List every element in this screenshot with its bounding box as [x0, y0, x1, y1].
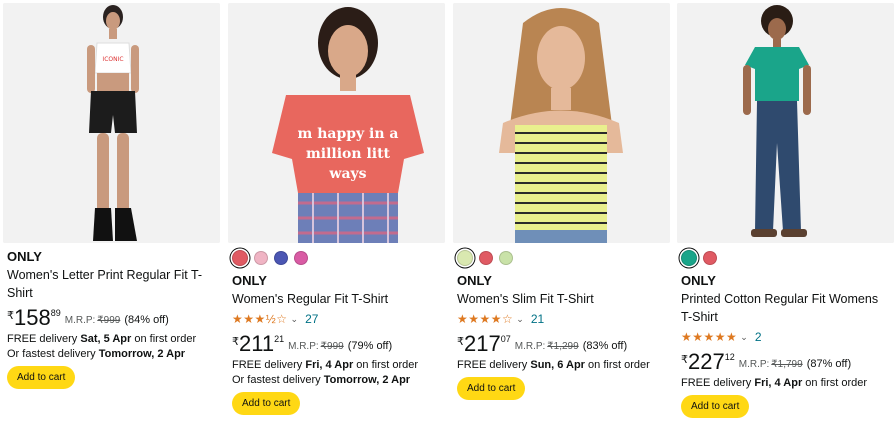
rating-row[interactable]: ★★★½☆ ⌄ 27 — [232, 310, 442, 328]
color-swatch[interactable] — [294, 251, 308, 265]
svg-text:ways: ways — [328, 166, 366, 182]
color-swatches — [232, 248, 442, 268]
product-card: ONLY Women's Slim Fit T-Shirt ★★★★☆ ⌄ 21… — [450, 0, 670, 430]
product-brand: ONLY — [457, 273, 492, 288]
mrp-value: ₹999 — [320, 341, 344, 352]
mrp-value: ₹1,299 — [547, 341, 579, 352]
add-to-cart-button[interactable]: Add to cart — [457, 377, 526, 400]
price-fraction: 12 — [724, 352, 735, 362]
delivery-line: FREE delivery Fri, 4 Apr on first order — [681, 377, 868, 389]
product-card: ICONIC ONLY Women's Letter Print Regular… — [0, 0, 220, 430]
svg-text:ICONIC: ICONIC — [102, 56, 123, 63]
price-whole: 227 — [688, 349, 725, 374]
chevron-down-icon[interactable]: ⌄ — [740, 332, 748, 343]
product-image[interactable] — [453, 3, 670, 243]
color-swatch[interactable] — [479, 251, 493, 265]
product-title[interactable]: Women's Slim Fit T-Shirt — [457, 290, 667, 308]
currency-symbol: ₹ — [457, 336, 464, 348]
product-grid: ICONIC ONLY Women's Letter Print Regular… — [0, 0, 894, 430]
color-swatch[interactable] — [274, 251, 288, 265]
color-swatch[interactable] — [703, 251, 717, 265]
product-card: ONLY Printed Cotton Regular Fit Womens T… — [674, 0, 894, 430]
product-title[interactable]: Women's Regular Fit T-Shirt — [232, 290, 442, 308]
product-brand: ONLY — [7, 249, 42, 264]
discount-text: (83% off) — [582, 340, 628, 352]
product-price: ₹ 217 07 M.R.P: ₹1,299 (83% off) — [457, 332, 667, 358]
color-swatches — [681, 248, 891, 268]
product-image[interactable]: ICONIC — [3, 3, 220, 243]
currency-symbol: ₹ — [681, 354, 688, 366]
color-swatch[interactable] — [232, 250, 248, 266]
discount-text: (87% off) — [806, 358, 852, 370]
product-price: ₹ 158 89 M.R.P: ₹999 (84% off) — [7, 306, 217, 332]
color-swatch[interactable] — [457, 250, 473, 266]
price-fraction: 89 — [50, 308, 61, 318]
color-swatch[interactable] — [499, 251, 513, 265]
fastest-delivery-line: Or fastest delivery Tomorrow, 2 Apr — [7, 348, 186, 360]
chevron-down-icon[interactable]: ⌄ — [291, 314, 299, 325]
add-to-cart-button[interactable]: Add to cart — [681, 395, 750, 418]
price-fraction: 21 — [274, 334, 285, 344]
color-swatches — [457, 248, 667, 268]
mrp-label: M.R.P: — [64, 315, 96, 326]
color-swatch[interactable] — [254, 251, 268, 265]
star-rating-icon: ★★★★★ — [681, 330, 738, 344]
price-whole: 211 — [239, 331, 275, 356]
product-image[interactable] — [677, 3, 894, 243]
delivery-line: FREE delivery Sat, 5 Apr on first order — [7, 333, 197, 345]
rating-count[interactable]: 2 — [755, 330, 762, 344]
product-title[interactable]: Printed Cotton Regular Fit Womens T-Shir… — [681, 290, 891, 326]
mrp-value: ₹999 — [97, 315, 121, 326]
price-fraction: 07 — [500, 334, 511, 344]
product-brand: ONLY — [232, 273, 267, 288]
product-price: ₹ 227 12 M.R.P: ₹1,799 (87% off) — [681, 350, 891, 376]
star-rating-icon: ★★★★☆ — [457, 312, 514, 326]
currency-symbol: ₹ — [7, 310, 14, 322]
mrp-value: ₹1,799 — [771, 359, 803, 370]
discount-text: (79% off) — [347, 340, 393, 352]
chevron-down-icon[interactable]: ⌄ — [516, 314, 524, 325]
discount-text: (84% off) — [124, 314, 169, 326]
product-title[interactable]: Women's Letter Print Regular Fit T-Shirt — [7, 266, 217, 302]
price-whole: 158 — [14, 305, 51, 330]
add-to-cart-button[interactable]: Add to cart — [7, 366, 76, 389]
rating-count[interactable]: 27 — [305, 312, 318, 326]
price-whole: 217 — [464, 331, 501, 356]
rating-row[interactable]: ★★★★★ ⌄ 2 — [681, 328, 891, 346]
product-card: m happy in a million litt ways ONLY Wome… — [225, 0, 445, 430]
svg-text:million litt: million litt — [306, 146, 391, 162]
product-image[interactable]: m happy in a million litt ways — [228, 3, 445, 243]
currency-symbol: ₹ — [232, 336, 239, 348]
svg-text:m happy in a: m happy in a — [298, 126, 399, 142]
product-brand: ONLY — [681, 273, 716, 288]
add-to-cart-button[interactable]: Add to cart — [232, 392, 301, 415]
rating-count[interactable]: 21 — [531, 312, 544, 326]
fastest-delivery-line: Or fastest delivery Tomorrow, 2 Apr — [232, 374, 411, 386]
mrp-label: M.R.P: — [738, 359, 770, 370]
star-rating-icon: ★★★½☆ — [232, 312, 288, 326]
delivery-line: FREE delivery Fri, 4 Apr on first order — [232, 359, 419, 371]
delivery-line: FREE delivery Sun, 6 Apr on first order — [457, 359, 650, 371]
mrp-label: M.R.P: — [514, 341, 546, 352]
product-price: ₹ 211 21 M.R.P: ₹999 (79% off) — [232, 332, 442, 358]
color-swatch[interactable] — [681, 250, 697, 266]
rating-row[interactable]: ★★★★☆ ⌄ 21 — [457, 310, 667, 328]
mrp-label: M.R.P: — [288, 341, 319, 352]
